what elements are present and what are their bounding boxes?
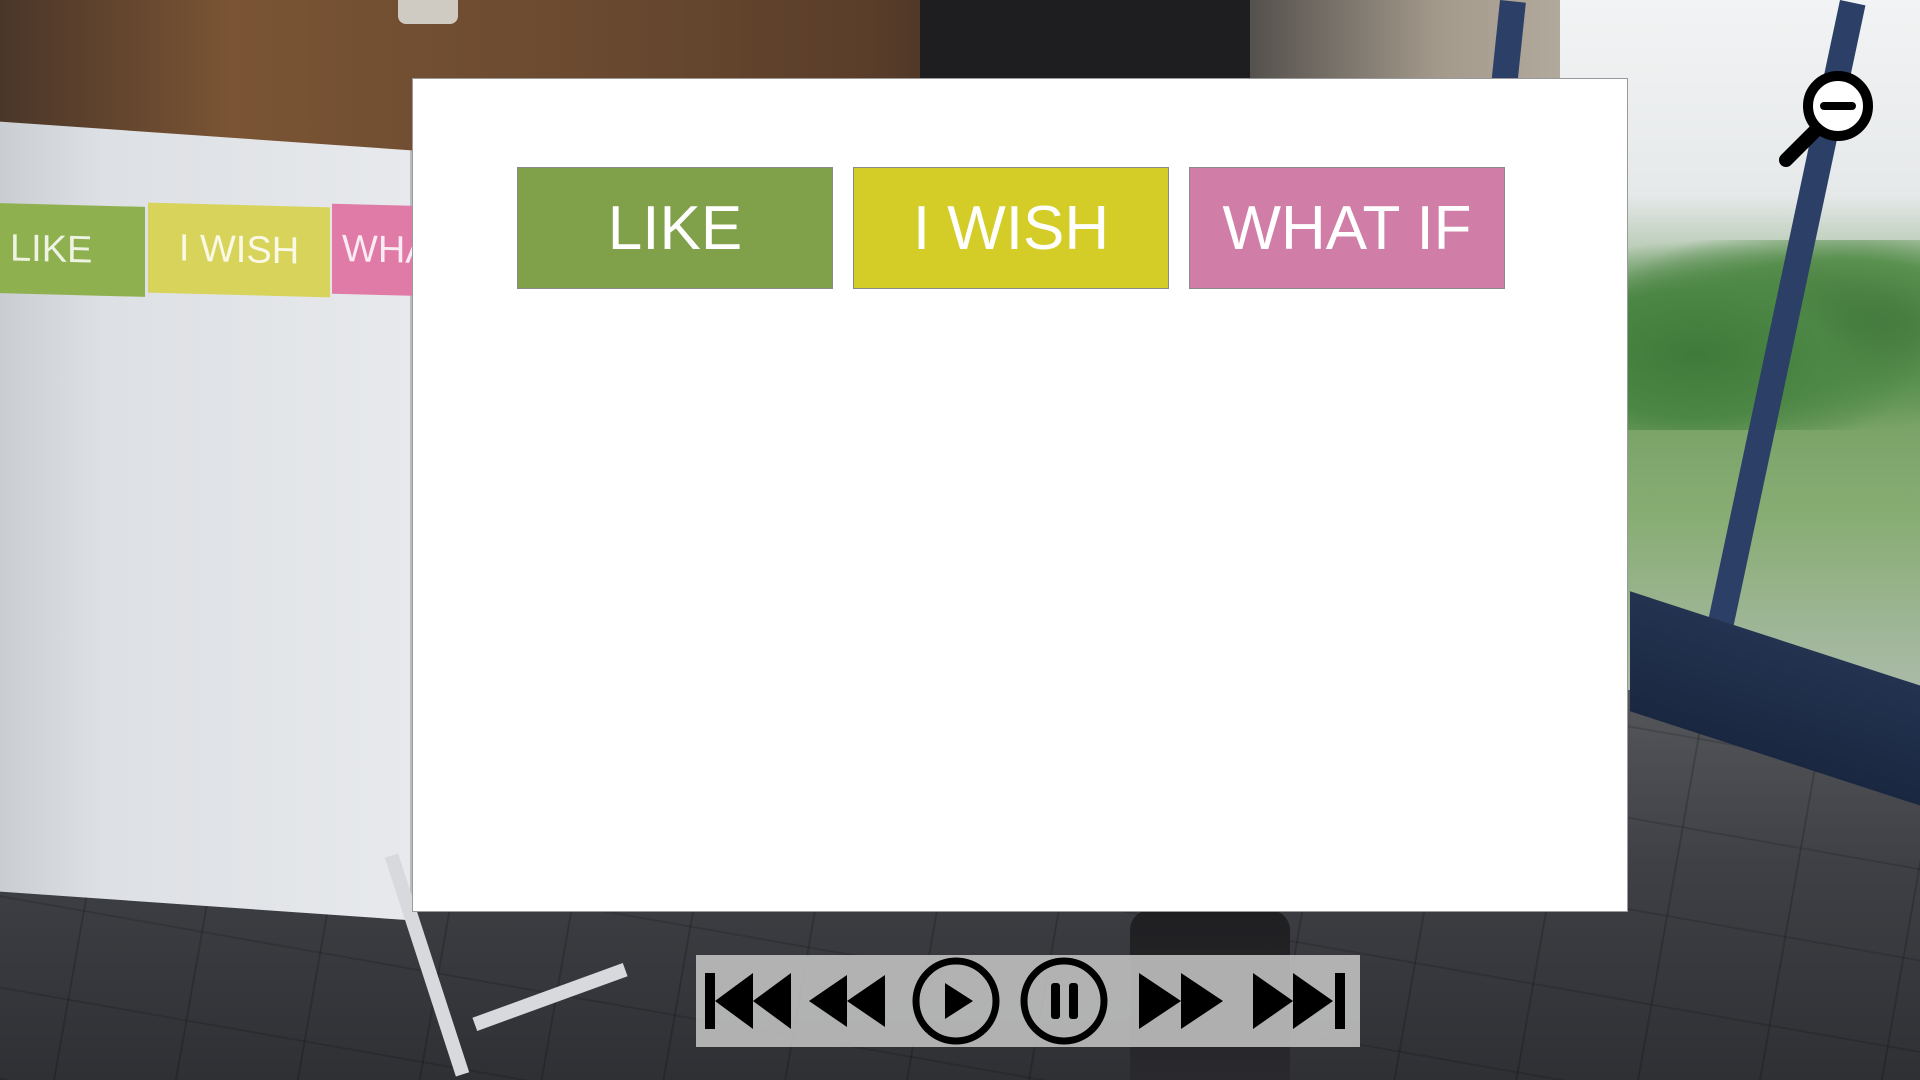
tag-what-if[interactable]: WHAT IF: [1189, 167, 1505, 289]
skip-to-start-button[interactable]: [702, 955, 796, 1047]
tag-like[interactable]: LIKE: [517, 167, 833, 289]
board-label-wish: I WISH: [148, 202, 330, 298]
board-label-like: LIKE: [0, 203, 145, 297]
tag-i-wish[interactable]: I WISH: [853, 167, 1169, 289]
skip-start-icon: [705, 973, 791, 1029]
zoom-out-button[interactable]: [1772, 68, 1882, 178]
playback-controls: [696, 955, 1360, 1047]
pause-icon: [1020, 957, 1108, 1045]
fast-forward-button[interactable]: [1134, 955, 1228, 1047]
background-light-fixture: [398, 0, 458, 24]
content-panel: LIKE I WISH WHAT IF: [412, 78, 1628, 912]
play-icon: [912, 957, 1000, 1045]
skip-end-icon: [1253, 973, 1345, 1029]
rewind-button[interactable]: [804, 955, 890, 1047]
zoom-out-icon: [1779, 71, 1873, 167]
rewind-icon: [809, 975, 885, 1027]
play-button[interactable]: [910, 955, 1002, 1047]
fast-forward-icon: [1139, 973, 1223, 1029]
skip-to-end-button[interactable]: [1250, 955, 1350, 1047]
background-door: [920, 0, 1250, 90]
pause-button[interactable]: [1018, 955, 1110, 1047]
